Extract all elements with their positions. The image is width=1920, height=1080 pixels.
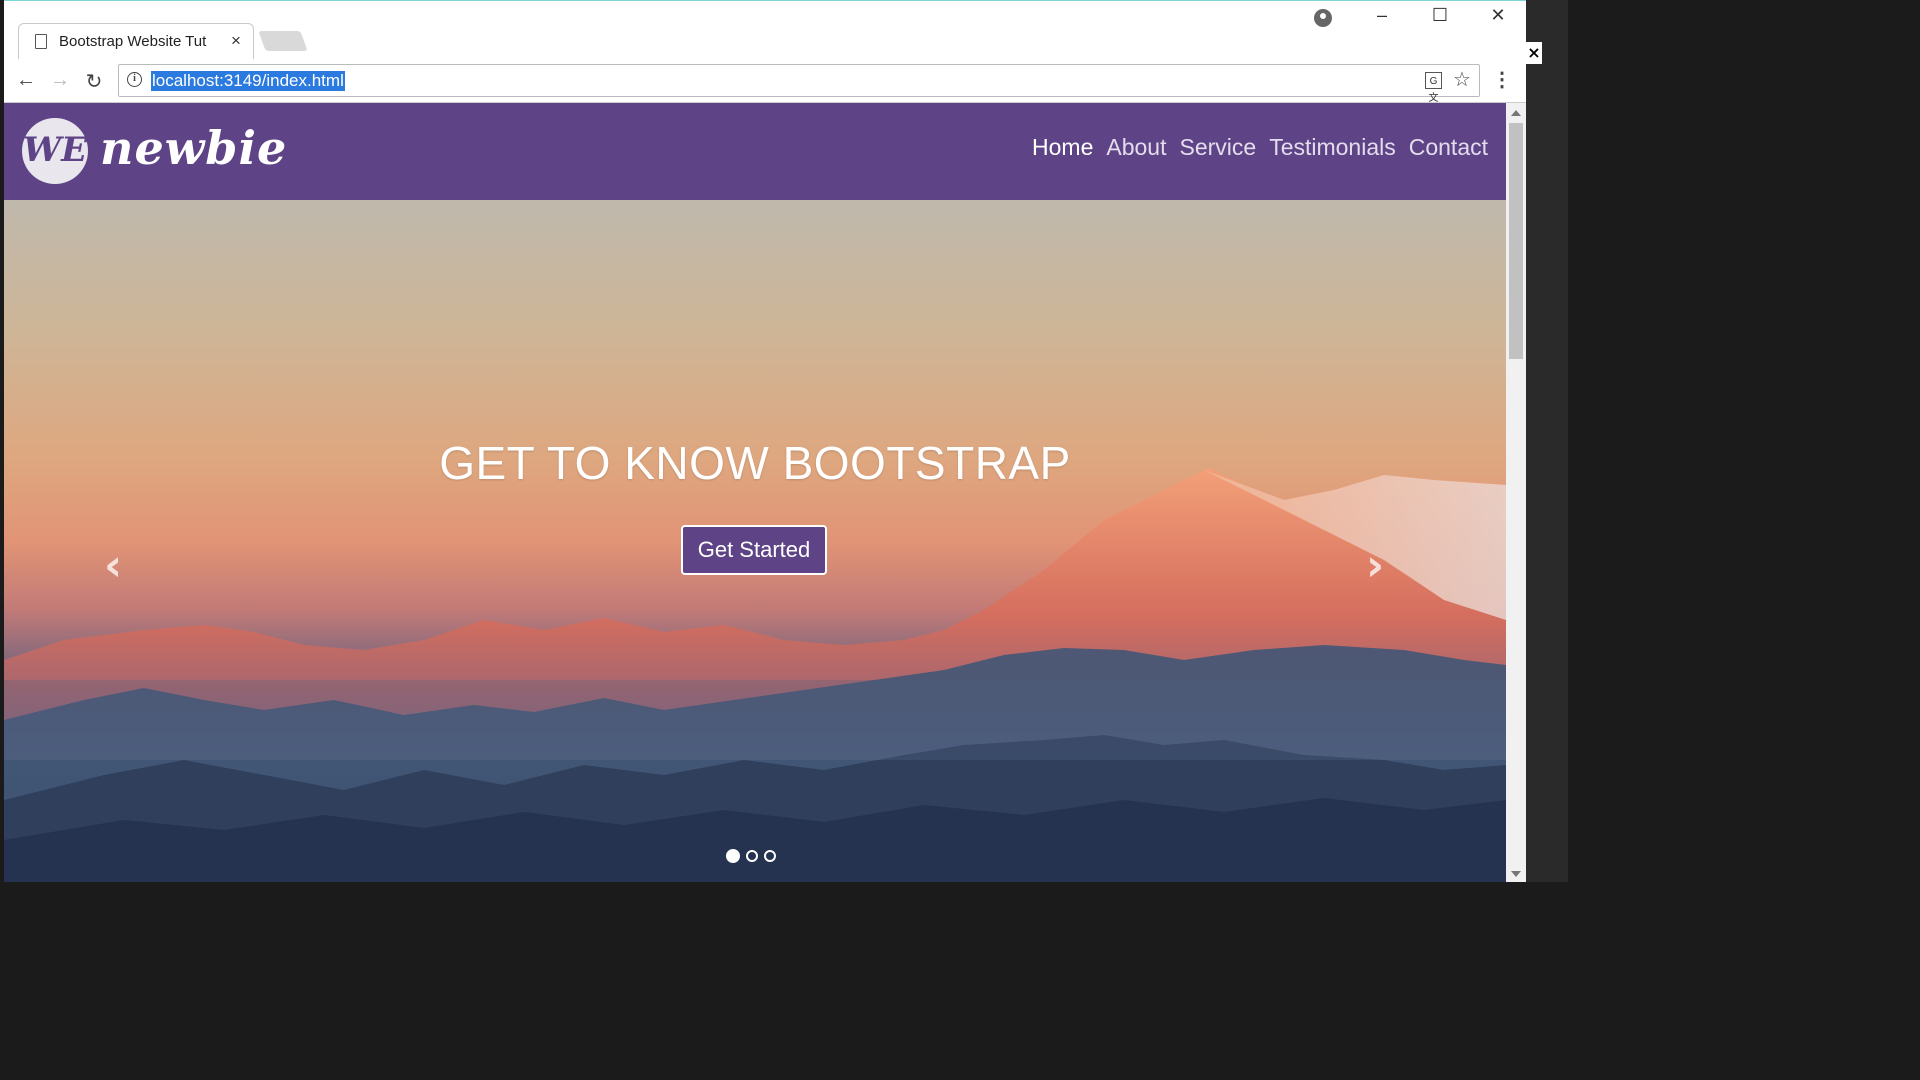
page-icon xyxy=(35,34,47,49)
carousel-next-chevron-icon[interactable]: › xyxy=(1366,540,1384,591)
scroll-thumb[interactable] xyxy=(1509,123,1523,359)
maximize-icon[interactable]: ☐ xyxy=(1420,5,1460,26)
page-scrollbar[interactable] xyxy=(1506,103,1526,882)
nav-testimonials[interactable]: Testimonials xyxy=(1269,134,1396,161)
hero-carousel: GET TO KNOW BOOTSTRAP Get Started ‹ › xyxy=(4,200,1506,882)
tab-strip: Bootstrap Website Tut × – ☐ ✕ xyxy=(4,1,1526,59)
get-started-button[interactable]: Get Started xyxy=(681,525,827,575)
site-info-icon[interactable]: i xyxy=(127,72,142,87)
url-text[interactable]: localhost:3149/index.html xyxy=(151,71,345,91)
hero-title: GET TO KNOW BOOTSTRAP xyxy=(439,437,1071,489)
address-bar[interactable]: i localhost:3149/index.html G文 ☆ xyxy=(118,64,1480,104)
nav-links: Home About Service Testimonials Contact xyxy=(1032,134,1488,161)
tab-close-icon[interactable]: × xyxy=(231,31,241,51)
close-window-icon[interactable]: ✕ xyxy=(1478,5,1518,26)
browser-window: Bootstrap Website Tut × – ☐ ✕ ← → ↻ i lo… xyxy=(4,0,1526,882)
forward-arrow-icon[interactable]: → xyxy=(48,69,72,92)
tab-title: Bootstrap Website Tut xyxy=(59,33,207,50)
translate-icon[interactable]: G文 xyxy=(1425,72,1442,104)
carousel-indicators xyxy=(726,849,776,863)
nav-home[interactable]: Home xyxy=(1032,134,1093,161)
carousel-indicator-2[interactable] xyxy=(746,850,758,862)
carousel-indicator-1[interactable] xyxy=(726,849,740,863)
back-arrow-icon[interactable]: ← xyxy=(14,69,38,92)
carousel-prev-chevron-icon[interactable]: ‹ xyxy=(104,540,122,591)
nav-service[interactable]: Service xyxy=(1179,134,1256,161)
new-tab-button[interactable] xyxy=(258,31,308,51)
browser-toolbar: ← → ↻ i localhost:3149/index.html G文 ☆ ⋮ xyxy=(4,59,1526,104)
scroll-down-arrow-icon[interactable] xyxy=(1511,871,1521,877)
scroll-up-arrow-icon[interactable] xyxy=(1511,110,1521,116)
browser-menu-icon[interactable]: ⋮ xyxy=(1492,67,1512,92)
carousel-indicator-3[interactable] xyxy=(764,850,776,862)
browser-tab-active[interactable]: Bootstrap Website Tut × xyxy=(18,23,254,59)
site-navbar: WE newbie Home About Service Testimonial… xyxy=(4,103,1506,200)
logo-text[interactable]: newbie xyxy=(100,121,287,175)
nav-about[interactable]: About xyxy=(1106,134,1166,161)
background-window-close-icon[interactable]: × xyxy=(1526,42,1542,64)
profile-icon[interactable] xyxy=(1314,9,1332,27)
background-desktop-strip: × xyxy=(1526,0,1568,882)
page-viewport: WE newbie Home About Service Testimonial… xyxy=(4,103,1506,882)
logo-mark[interactable]: WE xyxy=(22,118,88,184)
bookmark-star-icon[interactable]: ☆ xyxy=(1453,67,1471,92)
reload-icon[interactable]: ↻ xyxy=(82,69,106,94)
minimize-icon[interactable]: – xyxy=(1362,5,1402,26)
nav-contact[interactable]: Contact xyxy=(1409,134,1488,161)
